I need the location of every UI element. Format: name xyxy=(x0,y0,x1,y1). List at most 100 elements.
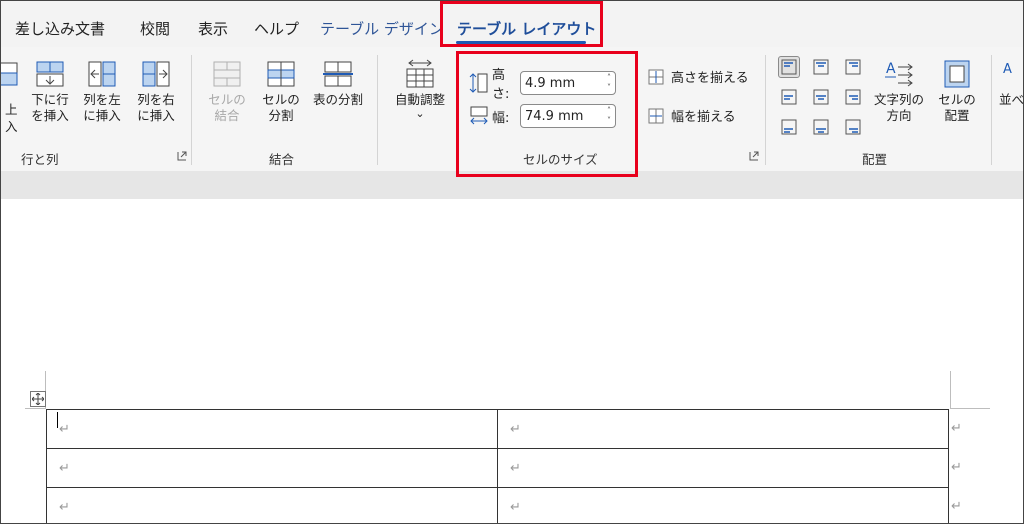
distribute-rows-label: 高さを揃える xyxy=(671,71,749,86)
ribbon-tabs: 差し込み文書 校閲 表示 ヘルプ テーブル デザイン テーブル レイアウト xyxy=(1,1,1023,47)
table-move-handle[interactable] xyxy=(30,391,46,407)
align-top-center-button[interactable] xyxy=(810,56,832,78)
dialog-launcher-icon[interactable] xyxy=(177,151,187,161)
text-direction-icon: A xyxy=(882,57,916,91)
split-table-label: 表の分割 xyxy=(312,92,363,107)
align-middle-left-button[interactable] xyxy=(778,86,800,108)
insert-below-label: 下に行 を挿入 xyxy=(31,92,69,123)
column-width-spinner[interactable]: ˄ ˅ xyxy=(607,106,611,126)
insert-left-label: 列を左 に挿入 xyxy=(83,92,121,123)
align-bottom-left-button[interactable] xyxy=(778,116,800,138)
align-bottom-right-icon xyxy=(845,119,861,135)
align-bottom-right-button[interactable] xyxy=(842,116,864,138)
row-height-spinner[interactable]: ˄ ˅ xyxy=(607,73,611,93)
autofit-icon xyxy=(403,57,437,91)
cell-margins-icon xyxy=(940,57,974,91)
table-cell[interactable]: ↵ xyxy=(46,448,498,488)
ruler-area xyxy=(1,171,1023,199)
svg-text:A: A xyxy=(1003,62,1012,77)
column-width-value: 74.9 mm xyxy=(525,108,584,124)
merge-cells-icon xyxy=(210,57,244,91)
distribute-rows-button[interactable]: 高さを揃える xyxy=(647,67,749,86)
group-label-rows-columns: 行と列 xyxy=(21,152,59,167)
insert-above-icon xyxy=(1,57,23,91)
tab-table-design[interactable]: テーブル デザイン xyxy=(320,18,444,39)
table-cell[interactable]: ↵ xyxy=(497,448,949,488)
insert-below-button[interactable]: 下に行 を挿入 xyxy=(27,57,73,124)
document-table: ↵ ↵ ↵ ↵ ↵ ↵ xyxy=(46,409,949,523)
svg-text:A: A xyxy=(886,61,896,77)
ribbon: 上 入 下に行 を挿入 列を左 に挿入 列を右 に挿入 行と列 セルの 結合 セ… xyxy=(1,47,1023,171)
dialog-launcher-icon[interactable] xyxy=(749,151,759,161)
align-middle-right-icon xyxy=(845,89,861,105)
insert-above-button[interactable] xyxy=(1,57,23,91)
align-top-right-button[interactable] xyxy=(842,56,864,78)
align-middle-left-icon xyxy=(781,89,797,105)
align-middle-center-button[interactable] xyxy=(810,86,832,108)
autofit-button[interactable]: 自動調整 ⌄ xyxy=(385,57,455,119)
row-height-input[interactable]: 4.9 mm ˄ ˅ xyxy=(520,71,616,95)
distribute-rows-icon xyxy=(648,69,664,84)
group-separator xyxy=(765,55,766,165)
chevron-down-icon: ⌄ xyxy=(415,107,425,120)
align-top-left-button[interactable] xyxy=(778,56,800,78)
table-cell[interactable]: ↵ xyxy=(46,409,498,449)
distribute-columns-button[interactable]: 幅を揃える xyxy=(647,106,736,125)
table-row: ↵ ↵ xyxy=(46,487,949,523)
row-end-mark: ↵ xyxy=(951,421,962,436)
group-separator xyxy=(991,55,992,165)
tab-view[interactable]: 表示 xyxy=(198,18,228,39)
split-table-button[interactable]: 表の分割 xyxy=(307,57,369,108)
word-window: 差し込み文書 校閲 表示 ヘルプ テーブル デザイン テーブル レイアウト 上 … xyxy=(0,0,1024,524)
tab-review[interactable]: 校閲 xyxy=(140,18,170,39)
insert-right-button[interactable]: 列を右 に挿入 xyxy=(133,57,179,124)
table-row: ↵ ↵ xyxy=(46,448,949,488)
text-direction-button[interactable]: A 文字列の 方向 xyxy=(869,57,929,124)
insert-left-icon xyxy=(85,57,119,91)
distribute-columns-label: 幅を揃える xyxy=(671,110,736,125)
tab-help[interactable]: ヘルプ xyxy=(254,18,299,39)
crop-mark xyxy=(25,408,46,409)
column-width-label: 幅: xyxy=(492,110,510,126)
align-bottom-left-icon xyxy=(781,119,797,135)
align-bottom-center-button[interactable] xyxy=(810,116,832,138)
split-cells-button[interactable]: セルの 分割 xyxy=(257,57,305,124)
sort-icon: A xyxy=(999,57,1023,91)
tab-mailings[interactable]: 差し込み文書 xyxy=(15,18,105,39)
merge-cells-label: セルの 結合 xyxy=(208,92,246,123)
cell-margins-label: セルの 配置 xyxy=(938,92,976,123)
split-cells-icon xyxy=(264,57,298,91)
align-middle-center-icon xyxy=(813,89,829,105)
text-cursor xyxy=(57,412,58,428)
row-height-control: 高さ: 4.9 mm ˄ ˅ xyxy=(469,64,616,102)
table-cell[interactable]: ↵ xyxy=(497,409,949,449)
autofit-label: 自動調整 xyxy=(394,92,445,107)
group-label-alignment: 配置 xyxy=(862,152,888,167)
merge-cells-button[interactable]: セルの 結合 xyxy=(203,57,251,124)
sort-button[interactable]: A 並べ xyxy=(999,57,1023,108)
table-cell[interactable]: ↵ xyxy=(497,487,949,523)
align-middle-right-button[interactable] xyxy=(842,86,864,108)
crop-mark xyxy=(950,408,990,409)
row-height-label: 高さ: xyxy=(492,68,510,102)
insert-right-icon xyxy=(139,57,173,91)
align-top-right-icon xyxy=(845,59,861,75)
row-height-icon xyxy=(469,73,488,93)
cell-margins-button[interactable]: セルの 配置 xyxy=(931,57,983,124)
split-cells-label: セルの 分割 xyxy=(262,92,300,123)
group-separator xyxy=(191,55,192,165)
column-width-input[interactable]: 74.9 mm ˄ ˅ xyxy=(520,104,616,128)
column-width-icon xyxy=(470,106,488,125)
column-width-control: 幅: 74.9 mm ˄ ˅ xyxy=(469,104,616,128)
crop-mark xyxy=(950,371,951,409)
row-end-mark: ↵ xyxy=(951,499,962,514)
row-end-mark: ↵ xyxy=(951,460,962,475)
insert-below-icon xyxy=(33,57,67,91)
table-cell[interactable]: ↵ xyxy=(46,487,498,523)
tab-table-layout[interactable]: テーブル レイアウト xyxy=(457,18,596,39)
table-row: ↵ ↵ xyxy=(46,409,949,449)
group-label-merge: 結合 xyxy=(269,152,295,167)
group-separator xyxy=(377,55,378,165)
group-label-cell-size: セルのサイズ xyxy=(523,152,598,167)
insert-left-button[interactable]: 列を左 に挿入 xyxy=(79,57,125,124)
